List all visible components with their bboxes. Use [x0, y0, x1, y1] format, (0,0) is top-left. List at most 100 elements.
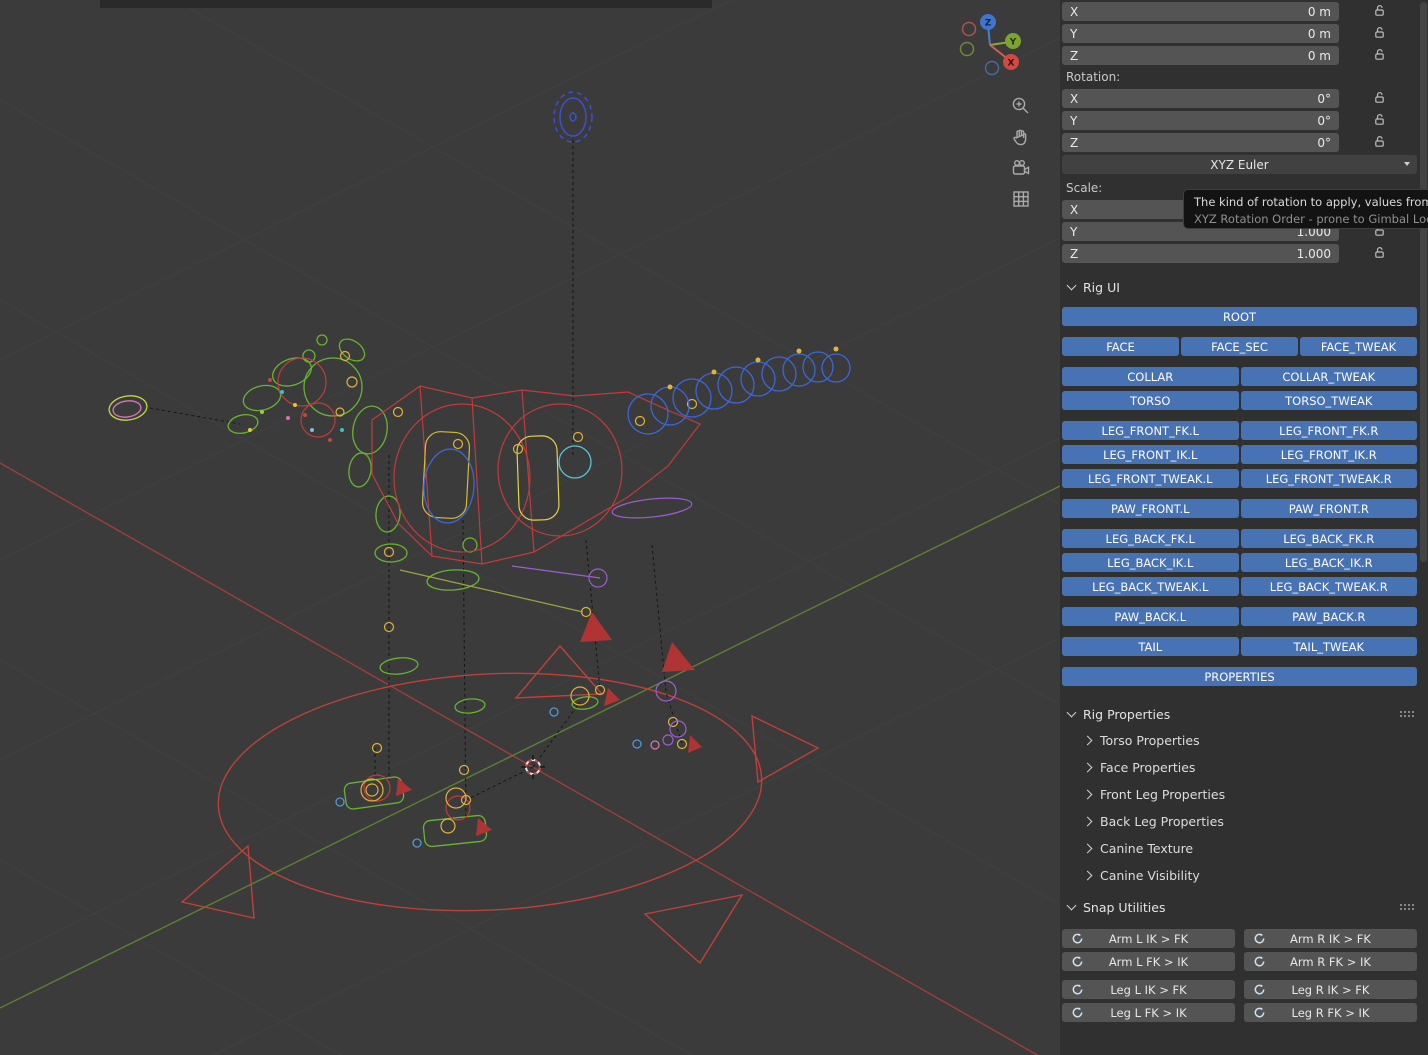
scale-z-field[interactable]: Z 1.000 [1062, 244, 1339, 263]
rotation-mode-dropdown[interactable]: XYZ Euler [1062, 155, 1417, 174]
location-y-field[interactable]: Y 0 m [1062, 24, 1339, 43]
rig-ui-button-collar[interactable]: COLLAR [1062, 367, 1239, 386]
front-leg-properties-item[interactable]: Front Leg Properties [1082, 786, 1428, 802]
unlock-icon[interactable] [1373, 133, 1386, 152]
prop-item-label: Face Properties [1100, 759, 1196, 775]
snap-arm-r-fk-ik-button[interactable]: Arm R FK > IK [1244, 952, 1417, 971]
face-properties-item[interactable]: Face Properties [1082, 759, 1428, 775]
detached-target-widget[interactable] [108, 393, 149, 422]
unlock-icon[interactable] [1373, 2, 1386, 21]
gear-control[interactable] [553, 91, 593, 143]
unlock-icon[interactable] [1373, 111, 1386, 130]
unlock-icon[interactable] [1373, 46, 1386, 65]
rig-ui-button-paw-front-l[interactable]: PAW_FRONT.L [1062, 499, 1239, 518]
canine-texture-item[interactable]: Canine Texture [1082, 840, 1428, 856]
rig-properties-panel-header[interactable]: Rig Properties [1066, 706, 1428, 722]
snap-refresh-icon [1253, 932, 1266, 945]
drag-handle-icon[interactable] [1399, 710, 1414, 718]
rig-ui-button-root[interactable]: ROOT [1062, 307, 1417, 326]
rig-ui-button-leg-front-tweak-l[interactable]: LEG_FRONT_TWEAK.L [1062, 469, 1239, 488]
rotation-z-field[interactable]: Z 0° [1062, 133, 1339, 152]
rig-ui-button-leg-front-ik-l[interactable]: LEG_FRONT_IK.L [1062, 445, 1239, 464]
axis-neg-x-handle[interactable] [961, 21, 977, 37]
sidebar-scrollbar[interactable] [1420, 2, 1427, 1052]
axis-label: Y [1070, 224, 1078, 239]
rig-ui-button-tail-tweak[interactable]: TAIL_TWEAK [1240, 637, 1417, 656]
chevron-down-icon [1066, 280, 1077, 291]
drag-handle-icon[interactable] [1399, 903, 1414, 911]
green-bone-widgets[interactable] [226, 334, 599, 848]
rig-ui-button-face[interactable]: FACE [1062, 337, 1179, 356]
rotation-y-field[interactable]: Y 0° [1062, 111, 1339, 130]
scrollbar-thumb[interactable] [1420, 2, 1427, 562]
rig-ui-button-face-sec[interactable]: FACE_SEC [1181, 337, 1298, 356]
torso-properties-item[interactable]: Torso Properties [1082, 732, 1428, 748]
back-leg-properties-item[interactable]: Back Leg Properties [1082, 813, 1428, 829]
canine-visibility-item[interactable]: Canine Visibility [1082, 867, 1428, 883]
rig-ui-button-leg-front-fk-r[interactable]: LEG_FRONT_FK.R [1240, 421, 1417, 440]
rig-ui-button-leg-back-tweak-l[interactable]: LEG_BACK_TWEAK.L [1062, 577, 1239, 596]
grid-icon[interactable] [1010, 188, 1032, 210]
snap-leg-l-ik-fk-button[interactable]: Leg L IK > FK [1062, 980, 1235, 999]
location-z-field[interactable]: Z 0 m [1062, 46, 1339, 65]
3d-viewport[interactable]: Z Y X [0, 0, 1060, 1055]
prop-item-label: Front Leg Properties [1100, 786, 1226, 802]
rig-ui-button-paw-front-r[interactable]: PAW_FRONT.R [1240, 499, 1417, 518]
chevron-down-icon [1404, 162, 1410, 166]
snap-button-label: Arm L IK > FK [1108, 931, 1189, 946]
rig-ui-button-paw-back-r[interactable]: PAW_BACK.R [1240, 607, 1417, 626]
pan-hand-icon[interactable] [1010, 126, 1032, 148]
field-value: 0 m [1307, 48, 1331, 63]
rig-ui-button-leg-back-fk-r[interactable]: LEG_BACK_FK.R [1240, 529, 1417, 548]
rotation-z-row: Z 0° [1062, 133, 1428, 152]
unlock-icon[interactable] [1373, 24, 1386, 43]
rig-ui-button-face-tweak[interactable]: FACE_TWEAK [1300, 337, 1417, 356]
snap-arm-r-ik-fk-button[interactable]: Arm R IK > FK [1244, 929, 1417, 948]
blue-bone-widgets[interactable] [335, 346, 851, 848]
unlock-icon[interactable] [1373, 244, 1386, 263]
snap-leg-r-ik-fk-button[interactable]: Leg R IK > FK [1244, 980, 1417, 999]
rig-ui-button-tail[interactable]: TAIL [1062, 637, 1239, 656]
zoom-icon[interactable] [1010, 95, 1032, 117]
snap-leg-r-fk-ik-button[interactable]: Leg R FK > IK [1244, 1003, 1417, 1022]
axis-label: Z [1070, 246, 1079, 261]
snap-leg-l-fk-ik-button[interactable]: Leg L FK > IK [1062, 1003, 1235, 1022]
snap-refresh-icon [1071, 932, 1084, 945]
snap-refresh-icon [1253, 1006, 1266, 1019]
snap-arm-l-fk-ik-button[interactable]: Arm L FK > IK [1062, 952, 1235, 971]
location-x-field[interactable]: X 0 m [1062, 2, 1339, 21]
rig-ui-button-leg-front-fk-l[interactable]: LEG_FRONT_FK.L [1062, 421, 1239, 440]
rig-ui-button-leg-back-ik-r[interactable]: LEG_BACK_IK.R [1240, 553, 1417, 572]
rig-ui-button-torso[interactable]: TORSO [1062, 391, 1239, 410]
unlock-icon[interactable] [1373, 89, 1386, 108]
viewport-scene[interactable] [0, 0, 1060, 1055]
axis-x-line [0, 462, 1039, 1055]
rig-ui-button-leg-front-tweak-r[interactable]: LEG_FRONT_TWEAK.R [1240, 469, 1417, 488]
rig-ui-button-paw-back-l[interactable]: PAW_BACK.L [1062, 607, 1239, 626]
snap-utilities-panel-header[interactable]: Snap Utilities [1066, 899, 1428, 915]
rig-ui-button-leg-back-fk-l[interactable]: LEG_BACK_FK.L [1062, 529, 1239, 548]
chevron-right-icon [1082, 762, 1093, 772]
snap-button-label: Arm R IK > FK [1290, 931, 1371, 946]
axis-x-label: X [1008, 59, 1015, 69]
axis-neg-z-handle[interactable] [984, 60, 1000, 76]
axis-neg-y-handle[interactable] [959, 41, 975, 57]
rig-ui-panel-header[interactable]: Rig UI [1066, 279, 1428, 295]
snap-arm-l-ik-fk-button[interactable]: Arm L IK > FK [1062, 929, 1235, 948]
chevron-right-icon [1082, 789, 1093, 799]
rig-ui-button-torso-tweak[interactable]: TORSO_TWEAK [1240, 391, 1417, 410]
navigation-gizmo[interactable]: Z Y X [950, 5, 1030, 85]
blender-window: Z Y X X 0 m Y 0 m Z 0 m Rotation: X 0° Y… [0, 0, 1428, 1055]
rotation-mode-value: XYZ Euler [1210, 157, 1269, 172]
rig-ui-button-properties[interactable]: PROPERTIES [1062, 667, 1417, 686]
rig-ui-button-leg-back-ik-l[interactable]: LEG_BACK_IK.L [1062, 553, 1239, 572]
rig-ui-button-leg-front-ik-r[interactable]: LEG_FRONT_IK.R [1240, 445, 1417, 464]
rig-ui-button-leg-back-tweak-r[interactable]: LEG_BACK_TWEAK.R [1240, 577, 1417, 596]
snap-button-label: Leg L FK > IK [1110, 1005, 1187, 1020]
rotation-x-field[interactable]: X 0° [1062, 89, 1339, 108]
camera-icon[interactable] [1010, 157, 1032, 179]
field-value: 0° [1317, 91, 1331, 106]
axis-label: Z [1070, 135, 1079, 150]
location-y-row: Y 0 m [1062, 24, 1428, 43]
rig-ui-button-collar-tweak[interactable]: COLLAR_TWEAK [1240, 367, 1417, 386]
